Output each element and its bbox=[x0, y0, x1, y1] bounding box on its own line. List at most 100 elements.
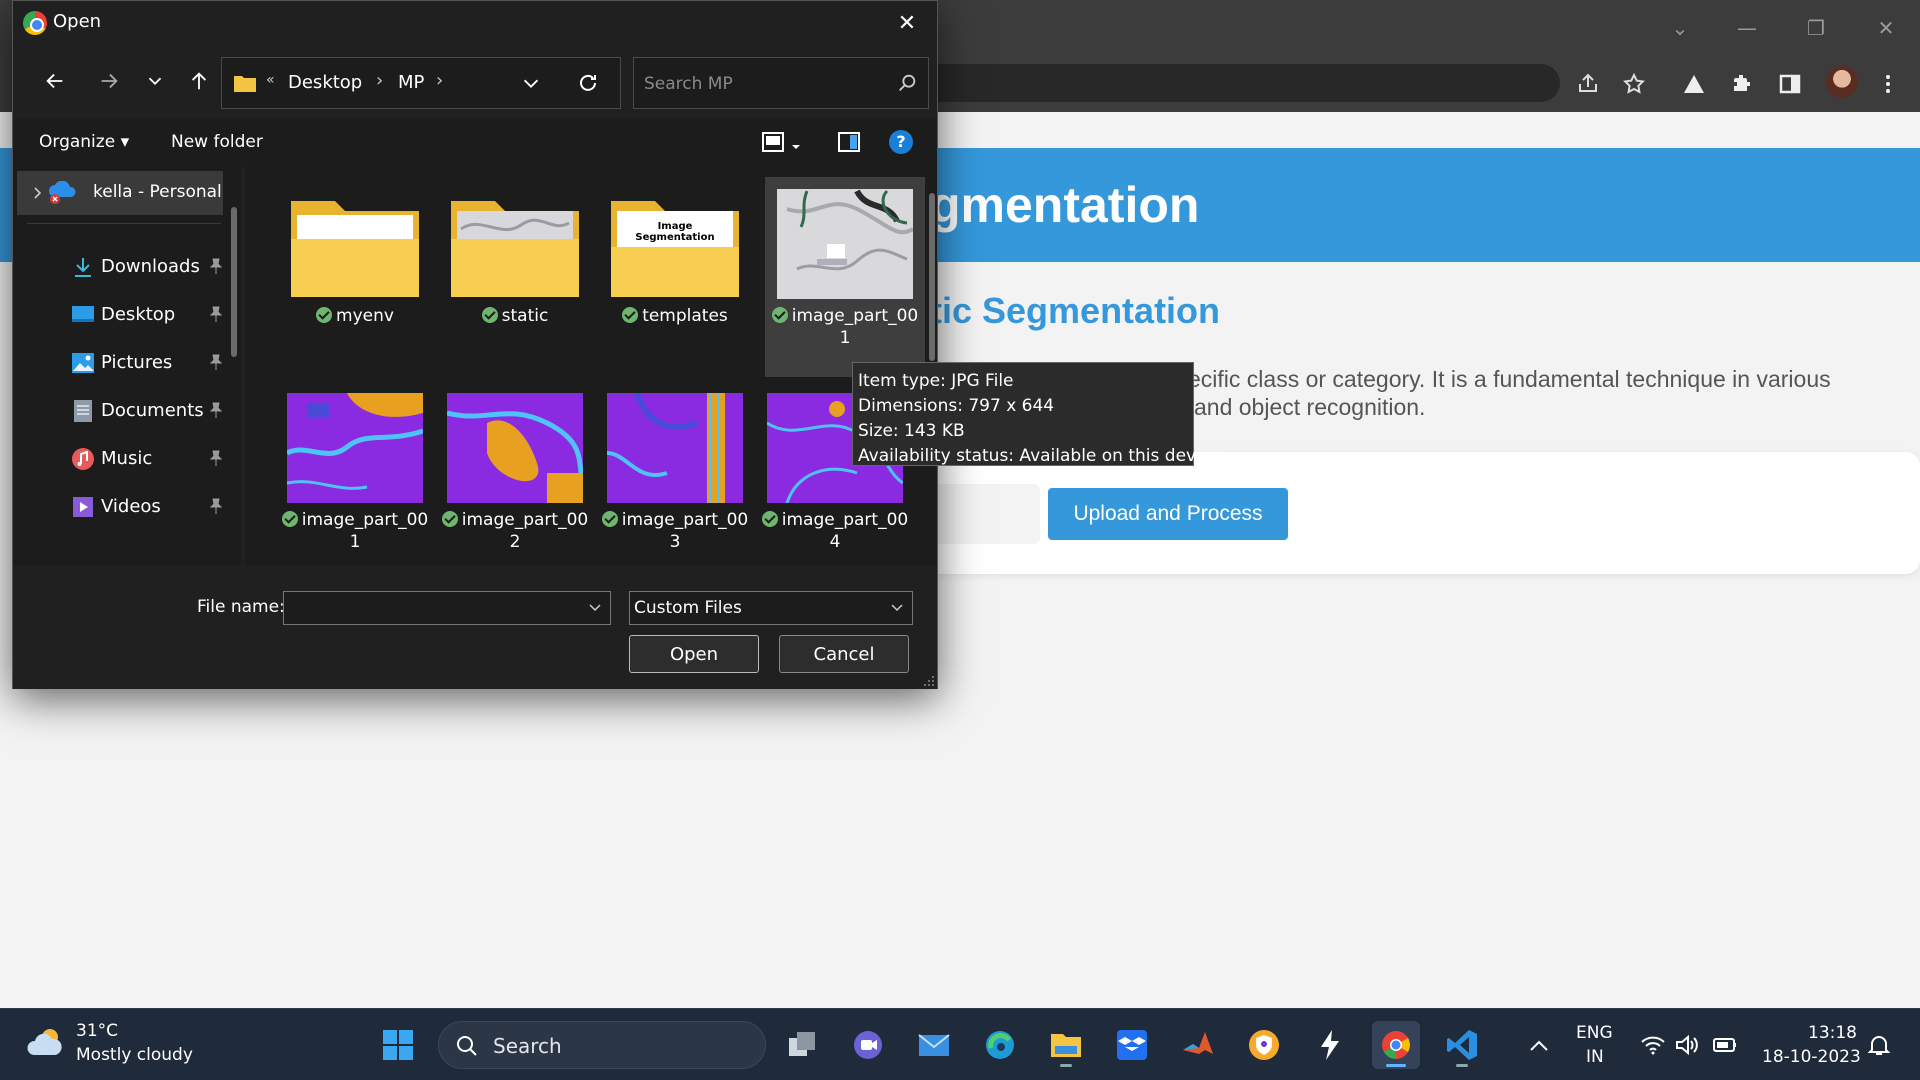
sidebar-item-desktop[interactable]: Desktop bbox=[51, 297, 231, 333]
show-hidden-icons-chevron-icon[interactable] bbox=[1526, 1035, 1552, 1059]
upload-and-process-button[interactable]: Upload and Process bbox=[1048, 488, 1288, 540]
sidebar-item-documents[interactable]: Documents bbox=[51, 393, 231, 429]
taskbar-file-explorer[interactable] bbox=[1042, 1021, 1090, 1069]
volume-icon[interactable] bbox=[1674, 1033, 1700, 1057]
pin-icon[interactable] bbox=[207, 497, 225, 515]
vscode-icon bbox=[1447, 1030, 1477, 1060]
folder-tile-myenv[interactable]: myenv bbox=[275, 177, 435, 377]
sidebar-item-downloads[interactable]: Downloads bbox=[51, 249, 231, 285]
profile-avatar[interactable] bbox=[1826, 66, 1858, 98]
file-label: image_part_00 1 bbox=[765, 305, 925, 349]
dialog-titlebar: Open ✕ bbox=[13, 1, 937, 45]
breadcrumb-desktop[interactable]: Desktop bbox=[288, 72, 362, 93]
dropbox-icon bbox=[1117, 1030, 1147, 1060]
weather-description[interactable]: Mostly cloudy bbox=[76, 1045, 193, 1065]
breadcrumb-overflow[interactable]: « bbox=[266, 72, 275, 88]
clock-date[interactable]: 18-10-2023 bbox=[1762, 1047, 1861, 1067]
search-input[interactable] bbox=[644, 70, 884, 98]
language-indicator-line2[interactable]: IN bbox=[1586, 1047, 1604, 1067]
taskbar-mail[interactable] bbox=[910, 1021, 958, 1069]
start-button[interactable] bbox=[374, 1021, 422, 1069]
breadcrumb-separator[interactable]: › bbox=[376, 70, 383, 91]
folder-tile-templates[interactable]: Image Segmentation templates bbox=[595, 177, 755, 377]
taskbar-edge[interactable] bbox=[976, 1021, 1024, 1069]
edge-icon bbox=[986, 1031, 1014, 1059]
image-tile-selected[interactable]: image_part_00 1 bbox=[765, 177, 925, 377]
pin-icon[interactable] bbox=[207, 353, 225, 371]
expand-chevron-icon[interactable] bbox=[33, 186, 43, 200]
up-arrow-icon[interactable] bbox=[179, 61, 219, 101]
new-folder-button[interactable]: New folder bbox=[171, 132, 263, 152]
address-history-chevron-icon[interactable] bbox=[520, 72, 542, 94]
taskbar-search-box[interactable]: Search bbox=[438, 1021, 766, 1069]
search-box[interactable] bbox=[633, 57, 929, 109]
file-grid-scrollbar[interactable] bbox=[929, 193, 935, 361]
view-mode-icon[interactable] bbox=[761, 131, 785, 153]
minimize-icon[interactable]: — bbox=[1727, 8, 1767, 48]
file-label: image_part_00 1 bbox=[275, 509, 435, 553]
taskbar-bolt-app[interactable] bbox=[1306, 1021, 1354, 1069]
breadcrumb-separator[interactable]: › bbox=[436, 70, 443, 91]
pin-icon[interactable] bbox=[207, 257, 225, 275]
view-options-chevron-icon[interactable] bbox=[791, 137, 801, 149]
language-indicator-line1[interactable]: ENG bbox=[1576, 1023, 1613, 1043]
wifi-icon[interactable] bbox=[1640, 1033, 1666, 1057]
sidebar-item-label: Music bbox=[101, 448, 153, 469]
task-view-button[interactable] bbox=[778, 1021, 826, 1069]
extensions-puzzle-icon[interactable] bbox=[1722, 64, 1762, 104]
nav-pane-scrollbar[interactable] bbox=[231, 207, 237, 357]
organize-menu[interactable]: Organize ▾ bbox=[39, 132, 129, 152]
taskbar-dropbox[interactable] bbox=[1108, 1021, 1156, 1069]
recent-locations-chevron-icon[interactable] bbox=[135, 61, 175, 101]
side-panel-icon[interactable] bbox=[1770, 64, 1810, 104]
weather-temperature[interactable]: 31°C bbox=[76, 1021, 118, 1041]
bookmark-star-icon[interactable] bbox=[1614, 64, 1654, 104]
folder-icon bbox=[451, 201, 579, 297]
help-icon[interactable]: ? bbox=[889, 130, 913, 154]
restore-icon[interactable]: ❐ bbox=[1796, 8, 1836, 48]
file-label: image_part_00 4 bbox=[755, 509, 915, 553]
image-tile[interactable]: image_part_00 1 bbox=[275, 381, 435, 565]
folder-address-bar[interactable]: « Desktop › MP › bbox=[221, 57, 621, 109]
pin-icon[interactable] bbox=[207, 305, 225, 323]
taskbar-search-label: Search bbox=[493, 1034, 562, 1058]
chevron-down-icon[interactable] bbox=[890, 600, 904, 614]
taskbar-vpn-shield[interactable] bbox=[1240, 1021, 1288, 1069]
taskbar-chat[interactable] bbox=[844, 1021, 892, 1069]
back-arrow-icon[interactable] bbox=[35, 61, 75, 101]
open-button[interactable]: Open bbox=[629, 635, 759, 673]
taskbar-matlab[interactable] bbox=[1174, 1021, 1222, 1069]
file-name-field[interactable] bbox=[283, 591, 611, 625]
address-bar[interactable] bbox=[900, 64, 1560, 102]
image-tile[interactable]: image_part_00 2 bbox=[435, 381, 595, 565]
weather-cloud-icon[interactable] bbox=[26, 1027, 66, 1059]
image-tile[interactable]: image_part_00 3 bbox=[595, 381, 755, 565]
battery-icon[interactable] bbox=[1712, 1033, 1738, 1057]
forward-arrow-icon[interactable] bbox=[89, 61, 129, 101]
share-icon[interactable] bbox=[1568, 64, 1608, 104]
sidebar-item-videos[interactable]: Videos bbox=[51, 489, 231, 525]
notifications-bell-icon[interactable] bbox=[1866, 1033, 1892, 1057]
taskbar-vscode[interactable] bbox=[1438, 1021, 1486, 1069]
menu-kebab-icon[interactable] bbox=[1868, 64, 1908, 104]
extension-triangle-icon[interactable] bbox=[1674, 64, 1714, 104]
sidebar-item-pictures[interactable]: Pictures bbox=[51, 345, 231, 381]
folder-tile-static[interactable]: static bbox=[435, 177, 595, 377]
pin-icon[interactable] bbox=[207, 449, 225, 467]
resize-grip-icon[interactable] bbox=[923, 675, 935, 687]
sidebar-item-onedrive[interactable]: kella - Personal bbox=[17, 171, 223, 215]
sidebar-item-music[interactable]: Music bbox=[51, 441, 231, 477]
breadcrumb-mp[interactable]: MP bbox=[398, 72, 424, 93]
pin-icon[interactable] bbox=[207, 401, 225, 419]
cancel-button[interactable]: Cancel bbox=[779, 635, 909, 673]
window-close-icon[interactable]: ✕ bbox=[1866, 8, 1906, 48]
tab-search-icon[interactable]: ⌄ bbox=[1660, 8, 1700, 48]
clock-time[interactable]: 13:18 bbox=[1808, 1023, 1857, 1043]
preview-pane-icon[interactable] bbox=[837, 131, 861, 153]
refresh-icon[interactable] bbox=[576, 71, 600, 95]
chevron-down-icon[interactable] bbox=[588, 600, 602, 614]
taskbar-chrome[interactable] bbox=[1372, 1021, 1420, 1069]
dialog-close-button[interactable]: ✕ bbox=[887, 5, 927, 41]
file-type-select[interactable]: Custom Files bbox=[629, 591, 913, 625]
search-icon[interactable] bbox=[896, 72, 918, 94]
